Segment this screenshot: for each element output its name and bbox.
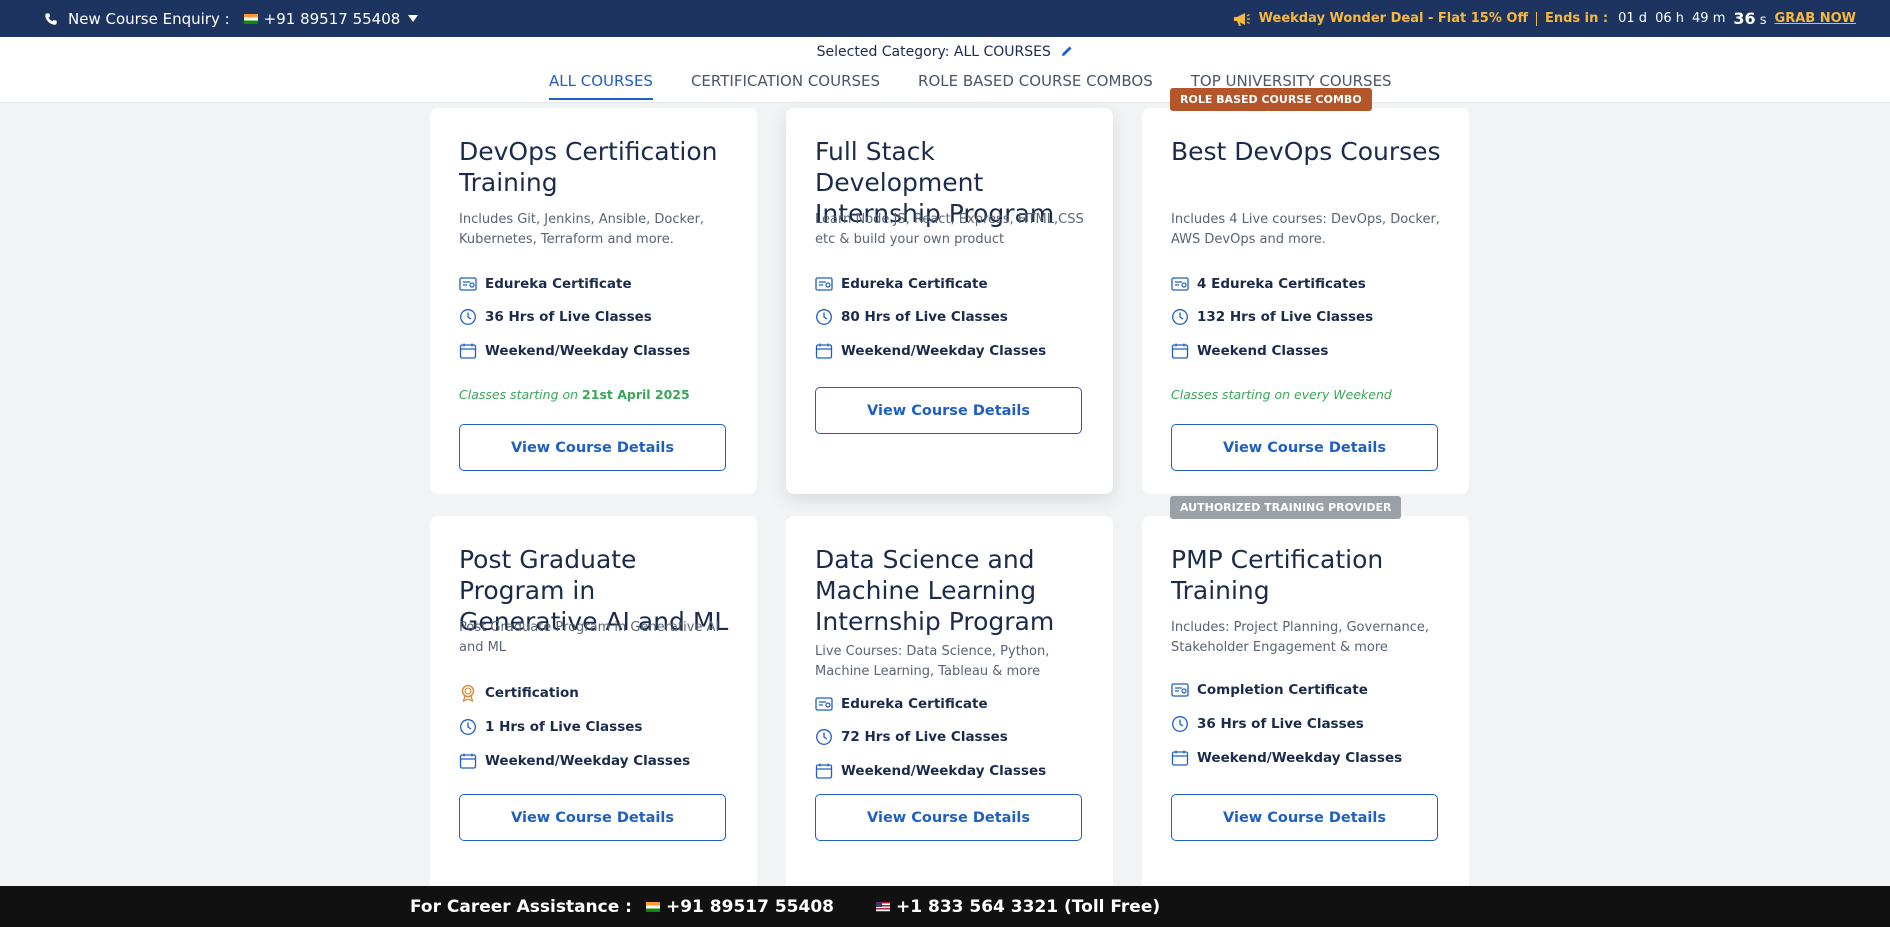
career-assistance-bar: For Career Assistance : +91 89517 55408 … <box>0 886 1890 927</box>
view-course-details-button[interactable]: View Course Details <box>459 424 726 471</box>
course-title[interactable]: PMP Certification Training <box>1171 544 1451 606</box>
divider <box>1535 11 1537 26</box>
course-card[interactable]: Full Stack Development Internship Progra… <box>786 108 1113 494</box>
award-icon <box>461 684 475 702</box>
enquiry-label: New Course Enquiry : <box>68 9 230 28</box>
edit-icon[interactable] <box>1061 45 1073 57</box>
course-title[interactable]: Best DevOps Courses <box>1171 136 1451 167</box>
timer-hours: 06 h <box>1655 11 1684 26</box>
feature-schedule: Weekend/Weekday Classes <box>459 752 690 770</box>
grab-now-link[interactable]: GRAB NOW <box>1775 11 1856 26</box>
calendar-icon <box>1171 343 1189 359</box>
calendar-icon <box>815 343 833 359</box>
course-description: Includes: Project Planning, Governance, … <box>1171 620 1430 655</box>
timer-days: 01 d <box>1618 11 1648 26</box>
calendar-icon <box>1171 750 1189 766</box>
feature-certificate: Completion Certificate <box>1171 681 1368 699</box>
course-description: Includes Git, Jenkins, Ansible, Docker, … <box>459 212 705 247</box>
course-title[interactable]: DevOps Certification Training <box>459 136 739 198</box>
feature-schedule: Weekend Classes <box>1171 342 1328 360</box>
certificate-icon <box>1171 683 1189 697</box>
calendar-icon <box>459 343 477 359</box>
category-bar: Selected Category: ALL COURSES ALL COURS… <box>0 37 1890 103</box>
clock-icon <box>816 309 832 325</box>
course-card[interactable]: AUTHORIZED TRAINING PROVIDER PMP Certifi… <box>1142 496 1469 896</box>
course-badge: AUTHORIZED TRAINING PROVIDER <box>1170 496 1402 519</box>
course-card[interactable]: Post Graduate Program in Generative AI a… <box>430 516 757 896</box>
course-description: Includes 4 Live courses: DevOps, Docker,… <box>1171 212 1440 247</box>
clock-icon <box>460 719 476 735</box>
course-card[interactable]: DevOps Certification Training Includes G… <box>430 108 757 494</box>
course-enquiry[interactable]: New Course Enquiry : +91 89517 55408 <box>44 9 419 28</box>
timer-seconds: 36 s <box>1733 9 1767 28</box>
start-date: Classes starting on every Weekend <box>1171 387 1392 402</box>
feature-certificate: Edureka Certificate <box>815 695 988 713</box>
feature-hours: 80 Hrs of Live Classes <box>815 308 1008 326</box>
course-card[interactable]: ROLE BASED COURSE COMBO Best DevOps Cour… <box>1142 88 1469 494</box>
feature-certificate: Certification <box>459 684 579 702</box>
top-bar: New Course Enquiry : +91 89517 55408 Wee… <box>0 0 1890 37</box>
feature-certificate: Edureka Certificate <box>815 275 988 293</box>
enquiry-phone[interactable]: +91 89517 55408 <box>264 10 401 28</box>
course-description: Live Courses: Data Science, Python, Mach… <box>815 644 1050 679</box>
ends-label: Ends in : <box>1544 11 1609 26</box>
tab-certification-courses[interactable]: CERTIFICATION COURSES <box>691 72 880 100</box>
feature-schedule: Weekend/Weekday Classes <box>815 762 1046 780</box>
clock-icon <box>460 309 476 325</box>
clock-icon <box>816 729 832 745</box>
calendar-icon <box>459 753 477 769</box>
feature-schedule: Weekend/Weekday Classes <box>459 342 690 360</box>
clock-icon <box>1172 309 1188 325</box>
selected-category[interactable]: Selected Category: ALL COURSES <box>0 44 1890 60</box>
certificate-icon <box>815 697 833 711</box>
course-title[interactable]: Data Science and Machine Learning Intern… <box>815 544 1095 637</box>
course-description: Learn Node.JS, React, Express, HTML,CSS … <box>815 212 1084 247</box>
us-flag-icon <box>876 901 890 912</box>
feature-hours: 1 Hrs of Live Classes <box>459 718 642 736</box>
feature-schedule: Weekend/Weekday Classes <box>1171 749 1402 767</box>
start-date: Classes starting on 21st April 2025 <box>459 387 690 402</box>
course-card[interactable]: Data Science and Machine Learning Intern… <box>786 516 1113 896</box>
view-course-details-button[interactable]: View Course Details <box>815 794 1082 841</box>
course-description: Post Graduate Program in Generative AI a… <box>459 620 720 655</box>
view-course-details-button[interactable]: View Course Details <box>815 387 1082 434</box>
certificate-icon <box>815 277 833 291</box>
phone-us-toll-free[interactable]: +1 833 564 3321 (Toll Free) <box>896 897 1160 917</box>
view-course-details-button[interactable]: View Course Details <box>459 794 726 841</box>
tab-role-based-combos[interactable]: ROLE BASED COURSE COMBOS <box>918 72 1153 100</box>
certificate-icon <box>1171 277 1189 291</box>
course-badge: ROLE BASED COURSE COMBO <box>1170 88 1372 111</box>
clock-icon <box>1172 716 1188 732</box>
view-course-details-button[interactable]: View Course Details <box>1171 794 1438 841</box>
feature-hours: 36 Hrs of Live Classes <box>1171 715 1364 733</box>
chevron-down-icon[interactable] <box>408 15 419 22</box>
deal-banner: Weekday Wonder Deal - Flat 15% Off Ends … <box>1233 0 1856 37</box>
megaphone-icon <box>1233 12 1250 26</box>
feature-certificate: Edureka Certificate <box>459 275 632 293</box>
feature-hours: 72 Hrs of Live Classes <box>815 728 1008 746</box>
feature-certificate: 4 Edureka Certificates <box>1171 275 1366 293</box>
calendar-icon <box>815 763 833 779</box>
phone-india[interactable]: +91 89517 55408 <box>666 897 834 917</box>
feature-hours: 36 Hrs of Live Classes <box>459 308 652 326</box>
india-flag-icon <box>645 901 660 912</box>
india-flag-icon <box>243 13 258 24</box>
phone-icon <box>45 12 57 25</box>
deal-text: Weekday Wonder Deal - Flat 15% Off <box>1258 11 1528 26</box>
career-assistance-label: For Career Assistance : <box>410 896 632 917</box>
feature-schedule: Weekend/Weekday Classes <box>815 342 1046 360</box>
certificate-icon <box>459 277 477 291</box>
tab-all-courses[interactable]: ALL COURSES <box>549 72 653 100</box>
view-course-details-button[interactable]: View Course Details <box>1171 424 1438 471</box>
timer-minutes: 49 m <box>1692 11 1726 26</box>
feature-hours: 132 Hrs of Live Classes <box>1171 308 1373 326</box>
